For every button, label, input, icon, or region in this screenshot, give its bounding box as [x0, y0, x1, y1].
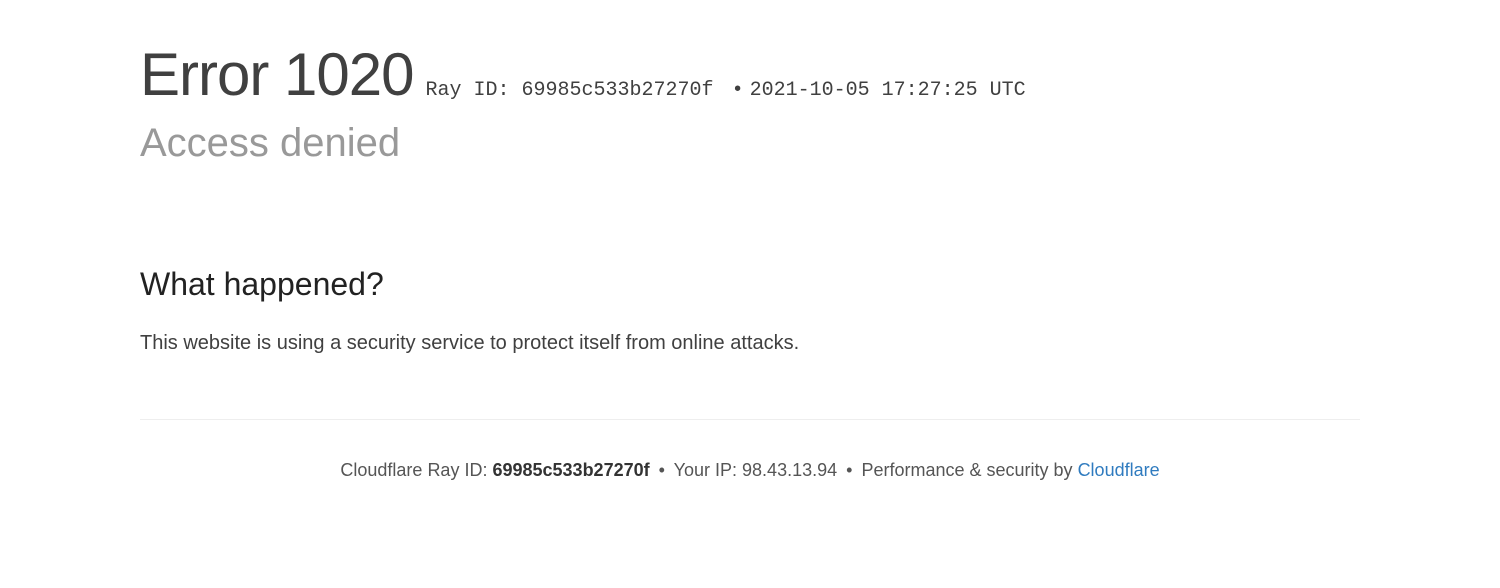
section-heading: What happened? [140, 266, 1360, 303]
bullet-separator: • [732, 79, 744, 102]
footer-perf-label: Performance & security by [861, 460, 1072, 480]
ray-id-label: Ray ID: [425, 79, 509, 102]
error-title: Error 1020 [140, 40, 413, 109]
ray-id-value: 69985c533b27270f [522, 79, 714, 102]
header-row: Error 1020 Ray ID: 69985c533b27270f • 202… [140, 40, 1360, 109]
cloudflare-link[interactable]: Cloudflare [1078, 460, 1160, 480]
footer: Cloudflare Ray ID: 69985c533b27270f • Yo… [140, 460, 1360, 481]
footer-ip-value: 98.43.13.94 [742, 460, 837, 480]
dot-separator: • [846, 460, 852, 480]
error-page: Error 1020 Ray ID: 69985c533b27270f • 202… [0, 0, 1500, 481]
footer-ray-value: 69985c533b27270f [492, 460, 649, 480]
divider [140, 419, 1360, 420]
timestamp: 2021-10-05 17:27:25 UTC [750, 79, 1026, 102]
dot-separator: • [659, 460, 665, 480]
what-happened-section: What happened? This website is using a s… [140, 266, 1360, 359]
section-text: This website is using a security service… [140, 327, 820, 359]
error-subtitle: Access denied [140, 121, 1360, 166]
footer-ray-label: Cloudflare Ray ID: [340, 460, 487, 480]
footer-ip-label: Your IP: [674, 460, 737, 480]
ray-info: Ray ID: 69985c533b27270f • 2021-10-05 17:… [425, 79, 1025, 102]
